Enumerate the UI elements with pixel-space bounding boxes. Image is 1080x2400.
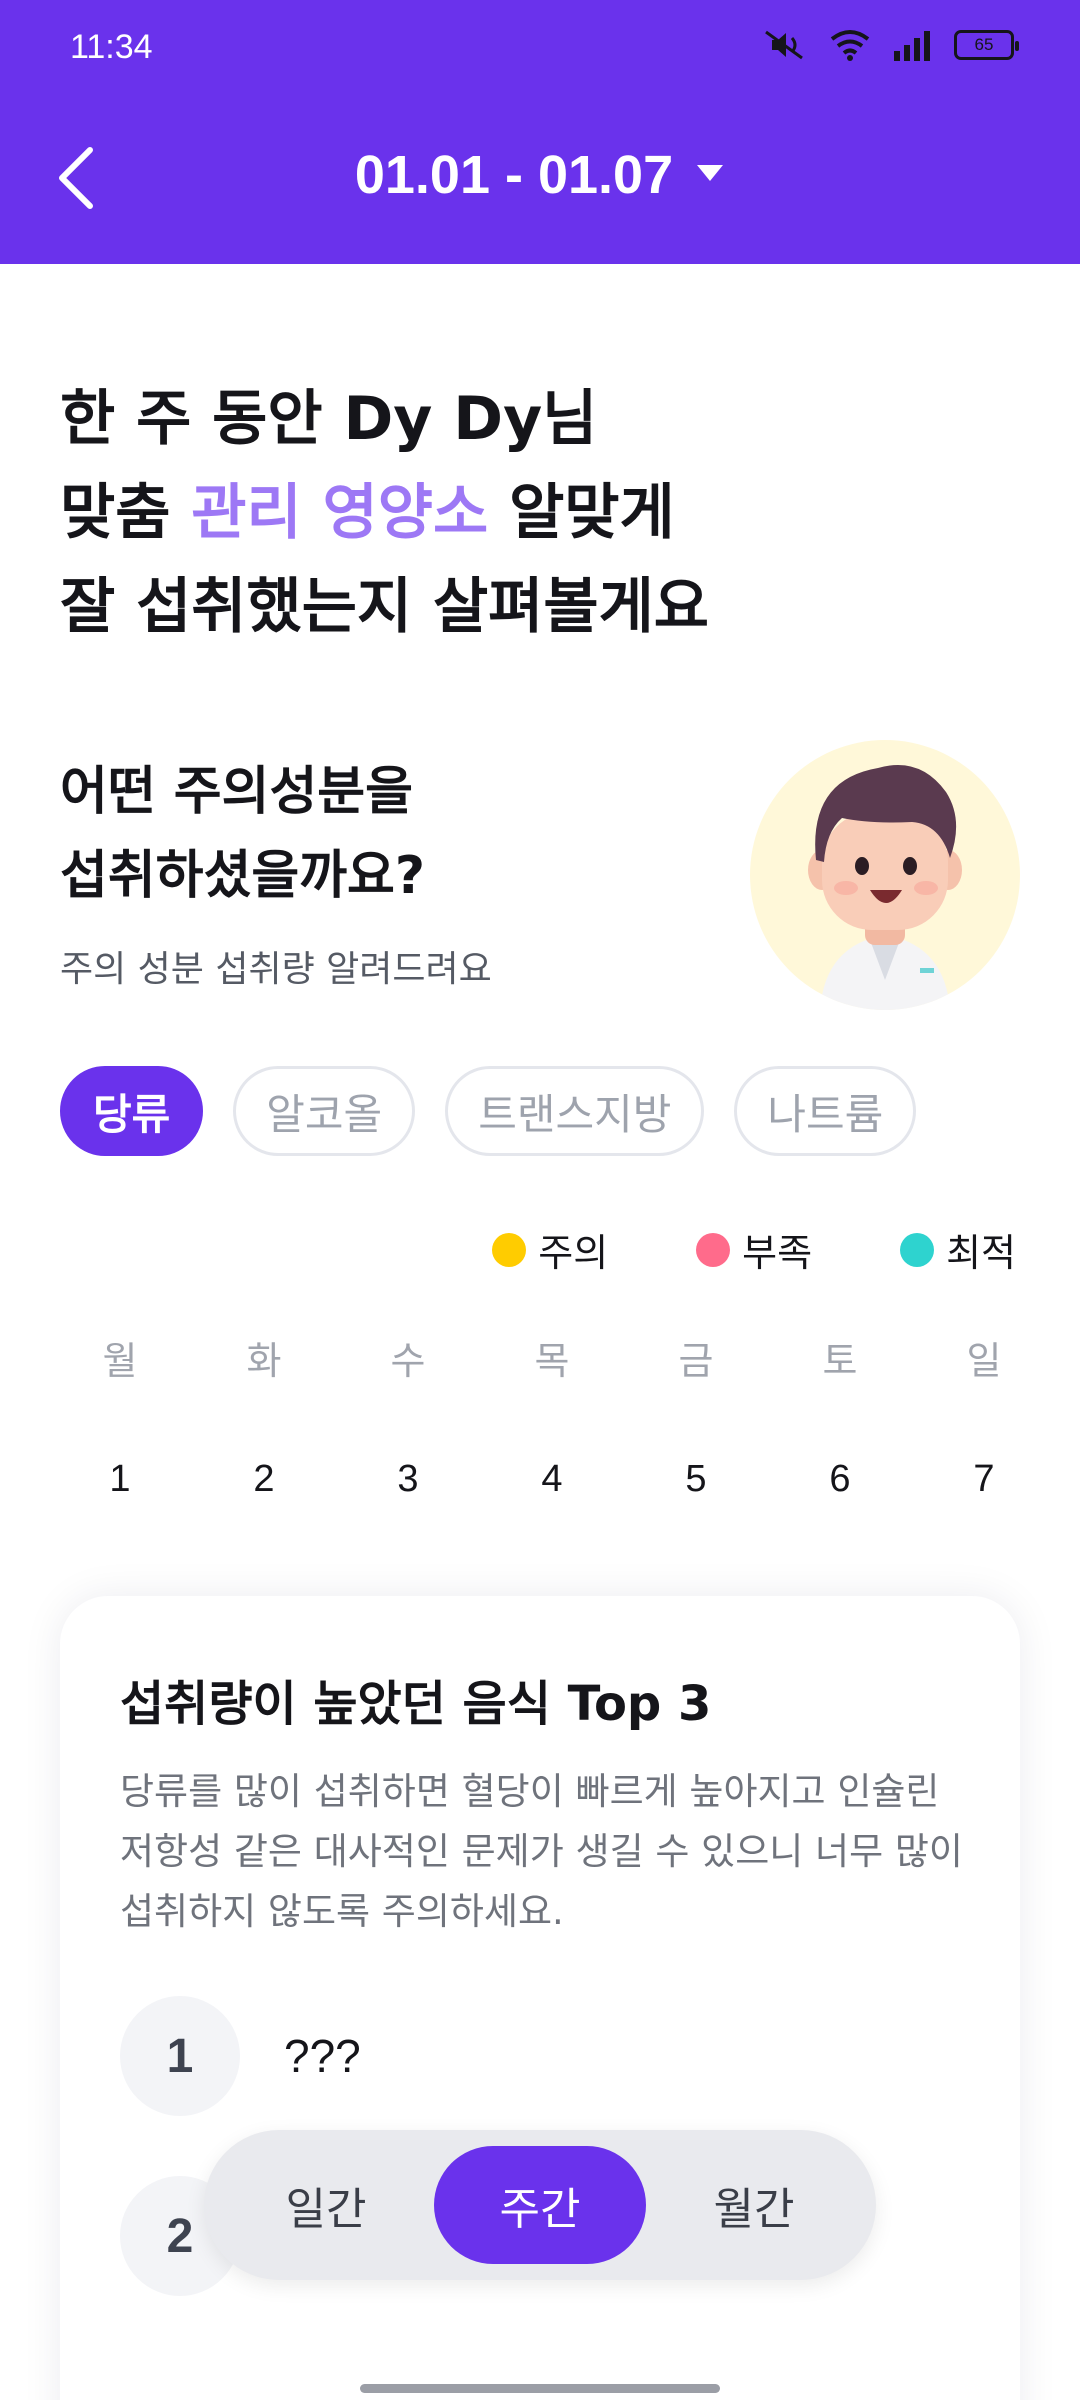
list-item[interactable]: 1 ??? [120, 1996, 361, 2116]
weekday-label: 월 [102, 1339, 138, 1383]
headline-line-1: 한 주 동안 Dy Dy님 [60, 384, 598, 454]
wifi-icon [830, 29, 870, 61]
home-indicator[interactable] [360, 2384, 720, 2393]
legend-dot-deficient [696, 1232, 731, 1267]
legend-label-optimal: 최적 [946, 1231, 1016, 1275]
rank-badge: 1 [120, 1996, 240, 2116]
page-headline: 한 주 동안 Dy Dy님 맞춤 관리 영양소 알맞게 잘 섭취했는지 살펴볼게… [60, 372, 709, 654]
calendar-day[interactable]: 3 [336, 1458, 480, 1501]
top-foods-title: 섭취량이 높았던 음식 Top 3 [120, 1676, 712, 1732]
section-title: 어떤 주의성분을 섭취하셨을까요? [60, 750, 425, 918]
status-icons: 65 [762, 28, 1019, 62]
headline-line-2: 맞춤 관리 영양소 알맞게 [60, 466, 709, 560]
headline-line-3: 잘 섭취했는지 살펴볼게요 [60, 572, 709, 642]
doctor-avatar [750, 740, 1020, 1010]
legend-dot-optimal [900, 1232, 935, 1267]
calendar-day[interactable]: 4 [480, 1458, 624, 1501]
legend-label-deficient: 부족 [742, 1231, 813, 1275]
legend-item-optimal: 최적 [900, 1222, 1016, 1277]
calendar-day[interactable]: 6 [768, 1458, 912, 1501]
calendar-day[interactable]: 7 [912, 1458, 1056, 1501]
chip-alcohol[interactable]: 알코올 [233, 1066, 416, 1156]
section-title-line-2: 섭취하셨을까요? [60, 846, 426, 906]
headline-accent: 관리 영양소 [191, 478, 489, 548]
weekday-header-row: 월 화 수 목 금 토 일 [48, 1330, 1056, 1385]
legend-item-caution: 주의 [492, 1222, 608, 1277]
period-monthly-button[interactable]: 월간 [648, 2146, 860, 2264]
headline-line-2-start: 맞춤 [60, 478, 192, 548]
signal-icon [892, 29, 932, 61]
date-range-selector[interactable]: 01.01 - 01.07 [0, 144, 1080, 206]
weekday-label: 금 [678, 1339, 714, 1383]
weekday-label: 수 [390, 1339, 426, 1383]
weekday-label: 화 [246, 1339, 282, 1383]
status-time: 11:34 [70, 28, 153, 66]
period-weekly-button[interactable]: 주간 [434, 2146, 646, 2264]
calendar-day[interactable]: 5 [624, 1458, 768, 1501]
period-daily-button[interactable]: 일간 [220, 2146, 432, 2264]
calendar-day[interactable]: 1 [48, 1458, 192, 1501]
mute-icon [762, 28, 808, 62]
section-title-line-1: 어떤 주의성분을 [60, 762, 413, 822]
food-name: ??? [284, 2030, 361, 2082]
section-subtitle: 주의 성분 섭취량 알려드려요 [60, 949, 492, 990]
weekday-label: 목 [534, 1339, 570, 1383]
caret-down-icon [695, 163, 725, 187]
legend-item-deficient: 부족 [696, 1222, 812, 1277]
chip-trans-fat[interactable]: 트랜스지방 [445, 1066, 705, 1156]
headline-line-2-end: 알맞게 [488, 478, 675, 548]
battery-icon: 65 [954, 30, 1019, 60]
legend-label-caution: 주의 [538, 1231, 609, 1275]
legend-dot-caution [492, 1232, 527, 1267]
date-range-label: 01.01 - 01.07 [354, 145, 674, 205]
battery-level: 65 [974, 35, 994, 54]
app-header: 11:34 65 01.01 - 01.07 [0, 0, 1080, 264]
top-foods-description: 당류를 많이 섭취하면 혈당이 빠르게 높아지고 인슐린 저항성 같은 대사적인… [120, 1770, 963, 1933]
calendar-day[interactable]: 2 [192, 1458, 336, 1501]
nutrient-filter-chips: 당류 알코올 트랜스지방 나트륨 [60, 1066, 917, 1156]
calendar-day-row: 1 2 3 4 5 6 7 [48, 1458, 1056, 1501]
chip-sodium[interactable]: 나트륨 [734, 1066, 917, 1156]
weekday-label: 일 [966, 1339, 1002, 1383]
chip-sugar[interactable]: 당류 [60, 1066, 204, 1156]
weekday-label: 토 [822, 1339, 858, 1383]
status-legend: 주의 부족 최적 [492, 1222, 1016, 1277]
period-toggle: 일간 주간 월간 [204, 2130, 876, 2280]
